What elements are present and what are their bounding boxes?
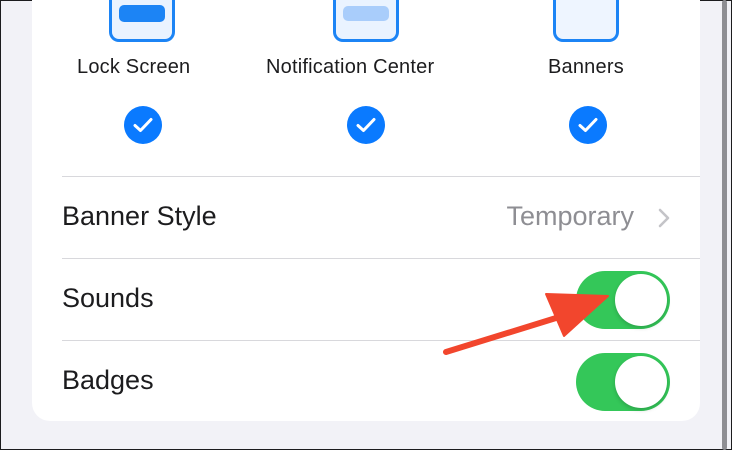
- alert-style-label: Banners: [548, 56, 624, 78]
- checkmark-icon[interactable]: [124, 106, 162, 144]
- toggle-knob: [615, 274, 667, 326]
- alert-style-label: Notification Center: [266, 56, 435, 78]
- checkmark-icon[interactable]: [347, 106, 385, 144]
- lock-screen-preview-icon[interactable]: [109, 0, 175, 42]
- alert-styles-section: Lock Screen Notification Center Banners: [32, 0, 700, 176]
- notification-center-preview-icon[interactable]: [333, 0, 399, 42]
- checkmark-icon[interactable]: [569, 106, 607, 144]
- badges-label: Badges: [62, 365, 154, 395]
- alert-style-lock-screen[interactable]: Lock Screen: [32, 0, 252, 160]
- scrollbar[interactable]: [722, 0, 727, 450]
- banner-style-value: Temporary: [506, 201, 634, 231]
- annotation-arrow-icon: [440, 290, 615, 365]
- banner-style-label: Banner Style: [62, 201, 217, 231]
- sounds-label: Sounds: [62, 283, 154, 313]
- alert-style-label: Lock Screen: [77, 56, 191, 78]
- alert-style-notification-center[interactable]: Notification Center: [252, 0, 502, 160]
- alert-style-banners[interactable]: Banners: [502, 0, 700, 160]
- toggle-knob: [615, 356, 667, 408]
- chevron-right-icon: [658, 208, 670, 233]
- banner-style-row[interactable]: Banner Style Temporary: [62, 176, 700, 258]
- banners-preview-icon[interactable]: [553, 0, 619, 42]
